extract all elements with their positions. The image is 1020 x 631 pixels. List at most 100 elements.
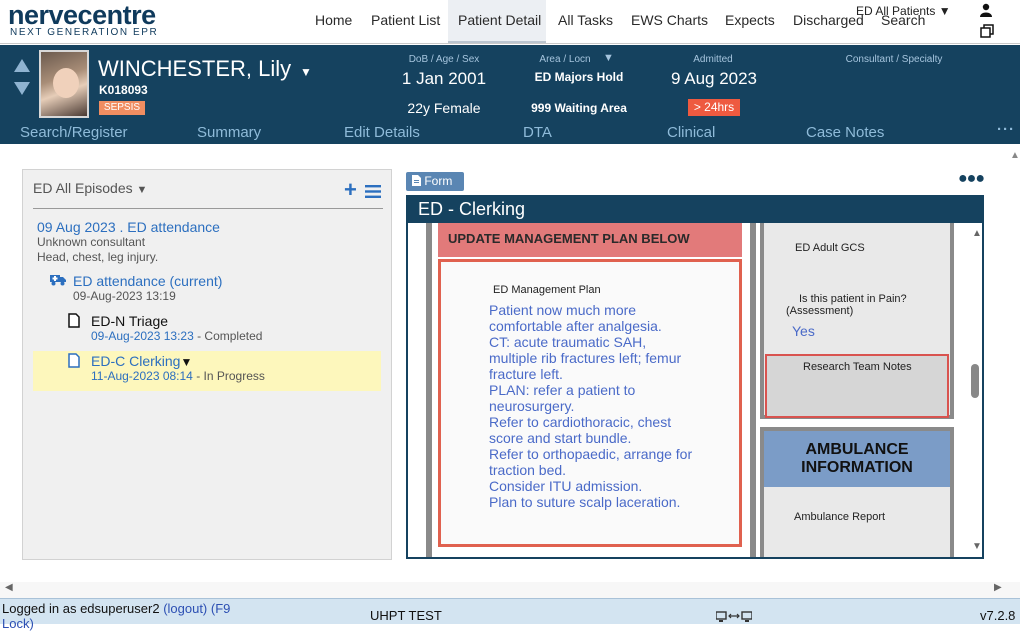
nav-ews-charts[interactable]: EWS Charts bbox=[631, 12, 708, 28]
ambulance-icon bbox=[50, 275, 66, 286]
management-plan-line: traction bed. bbox=[489, 462, 567, 478]
episode-complaint: Head, chest, leg injury. bbox=[37, 250, 159, 264]
form-tab-label: Form bbox=[424, 174, 453, 188]
management-plan-line: score and start bundle. bbox=[489, 430, 632, 446]
menu-icon[interactable] bbox=[365, 185, 381, 198]
subnav-case-notes[interactable]: Case Notes bbox=[806, 124, 884, 141]
episodes-panel: ED All Episodes ▼ + 09 Aug 2023 . ED att… bbox=[22, 169, 392, 560]
document-icon bbox=[68, 353, 80, 368]
scroll-right-icon[interactable]: ▶ bbox=[994, 582, 1002, 593]
pain-assessment-label: (Assessment) bbox=[786, 305, 854, 317]
windows-icon[interactable] bbox=[980, 24, 994, 38]
page-scroll-up-icon[interactable]: ▲ bbox=[1010, 150, 1020, 161]
area-label: Area / Locn bbox=[539, 54, 591, 65]
scroll-up-icon[interactable]: ▲ bbox=[972, 228, 982, 239]
column-divider bbox=[426, 223, 432, 557]
scrollbar-thumb[interactable] bbox=[971, 364, 979, 398]
management-plan-line: fracture left. bbox=[489, 366, 563, 382]
subnav-clinical[interactable]: Clinical bbox=[667, 124, 715, 141]
patient-name[interactable]: WINCHESTER, Lily bbox=[98, 56, 291, 82]
login-label: Logged in as edsuperuser2 bbox=[2, 601, 164, 616]
nav-expects[interactable]: Expects bbox=[725, 12, 775, 28]
nav-patient-list[interactable]: Patient List bbox=[371, 12, 440, 28]
page-horizontal-scrollbar[interactable] bbox=[0, 582, 1020, 598]
more-icon[interactable]: ··· bbox=[997, 121, 1015, 138]
document-icon bbox=[68, 313, 80, 328]
caret-down-icon[interactable]: ▼ bbox=[180, 355, 192, 369]
form-title: ED - Clerking bbox=[406, 195, 984, 223]
chevron-down-icon: ▼ bbox=[136, 184, 148, 196]
triage-form-link[interactable]: ED-N Triage bbox=[91, 313, 168, 329]
app-version: v7.2.8 bbox=[980, 608, 1016, 623]
clerking-date: 11-Aug-2023 08:14 bbox=[91, 369, 193, 383]
scroll-left-icon[interactable]: ◀ bbox=[5, 582, 13, 593]
previous-patient-icon[interactable] bbox=[14, 59, 30, 72]
login-info: Logged in as edsuperuser2 (logout) (F9 bbox=[2, 601, 230, 616]
subnav-search-register[interactable]: Search/Register bbox=[20, 124, 128, 141]
form-options-icon[interactable]: ●●● bbox=[958, 170, 985, 188]
triage-status: - Completed bbox=[193, 329, 263, 343]
next-patient-icon[interactable] bbox=[14, 82, 30, 95]
management-plan-line: CT: acute traumatic SAH, bbox=[489, 334, 647, 350]
nav-all-tasks[interactable]: All Tasks bbox=[558, 12, 613, 28]
triage-meta: 09-Aug-2023 13:23 - Completed bbox=[91, 329, 262, 343]
subnav-dta[interactable]: DTA bbox=[523, 124, 552, 141]
gcs-field-label[interactable]: ED Adult GCS bbox=[795, 242, 865, 254]
document-icon bbox=[412, 175, 421, 186]
subnav-edit-details[interactable]: Edit Details bbox=[344, 124, 420, 141]
nav-patient-detail[interactable]: Patient Detail bbox=[458, 12, 541, 28]
patient-subnav: Search/Register Summary Edit Details DTA… bbox=[0, 121, 1020, 144]
sepsis-alert-badge: SEPSIS bbox=[99, 101, 145, 115]
attendance-link[interactable]: ED attendance (current) bbox=[73, 273, 222, 289]
management-plan-label: ED Management Plan bbox=[493, 284, 601, 296]
pain-answer-value[interactable]: Yes bbox=[792, 323, 815, 339]
patient-photo bbox=[39, 50, 89, 118]
attendance-date: 09-Aug-2023 13:19 bbox=[73, 289, 176, 303]
episode-title-link[interactable]: 09 Aug 2023 . ED attendance bbox=[37, 219, 220, 235]
logout-link[interactable]: (logout) bbox=[163, 601, 207, 616]
divider bbox=[33, 208, 383, 209]
nav-discharged[interactable]: Discharged bbox=[793, 12, 864, 28]
age-sex-value: 22y Female bbox=[407, 100, 481, 116]
los-badge: > 24hrs bbox=[688, 99, 740, 116]
clerking-status: - In Progress bbox=[192, 369, 265, 383]
management-plan-line: neurosurgery. bbox=[489, 398, 575, 414]
patient-id: K018093 bbox=[99, 83, 148, 97]
management-plan-field[interactable]: ED Management Plan Patient now much more… bbox=[438, 259, 742, 547]
chevron-down-icon[interactable]: ▼ bbox=[300, 65, 312, 79]
management-plan-line: Refer to orthopaedic, arrange for bbox=[489, 446, 693, 462]
admitted-label: Admitted bbox=[693, 54, 733, 65]
form-tab[interactable]: Form bbox=[406, 172, 464, 191]
management-plan-line: Consider ITU admission. bbox=[489, 478, 643, 494]
top-navigation-bar: nervecentre NEXT GENERATION EPR Home Pat… bbox=[0, 0, 1020, 44]
pain-question-label: Is this patient in Pain? bbox=[799, 293, 907, 305]
clerking-form-link[interactable]: ED-C Clerking▼ bbox=[91, 353, 192, 369]
episodes-filter-dropdown[interactable]: ED All Episodes ▼ bbox=[33, 180, 147, 196]
subnav-summary[interactable]: Summary bbox=[197, 124, 261, 141]
research-notes-field[interactable]: Research Team Notes bbox=[765, 354, 949, 418]
ambulance-report-field[interactable]: Ambulance Report bbox=[794, 511, 885, 523]
episode-consultant: Unknown consultant bbox=[37, 235, 146, 249]
screen-switch-icon[interactable] bbox=[716, 611, 752, 623]
dob-value: 1 Jan 2001 bbox=[401, 69, 487, 88]
f9-lock-link[interactable]: (F9 bbox=[211, 601, 231, 616]
admitted-value: 9 Aug 2023 bbox=[670, 69, 758, 88]
all-patients-dropdown[interactable]: ED All Patients ▼ bbox=[856, 4, 951, 18]
area-caret-icon[interactable]: ▼ bbox=[603, 52, 614, 64]
site-name: UHPT TEST bbox=[370, 608, 442, 623]
scroll-down-icon[interactable]: ▼ bbox=[972, 541, 982, 552]
management-plan-line: Plan to suture scalp laceration. bbox=[489, 494, 681, 510]
dob-label: DoB / Age / Sex bbox=[408, 54, 480, 65]
status-bar: Logged in as edsuperuser2 (logout) (F9 L… bbox=[0, 598, 1020, 631]
patient-banner: WINCHESTER, Lily ▼ K018093 SEPSIS DoB / … bbox=[0, 45, 1020, 122]
nav-home[interactable]: Home bbox=[315, 12, 352, 28]
add-icon[interactable]: + bbox=[344, 179, 357, 201]
triage-date: 09-Aug-2023 13:23 bbox=[91, 329, 194, 343]
column-divider bbox=[750, 223, 756, 557]
clerking-title: ED-C Clerking bbox=[91, 353, 181, 369]
area-value: ED Majors Hold bbox=[534, 70, 624, 84]
user-icon[interactable] bbox=[980, 3, 992, 17]
management-plan-header: UPDATE MANAGEMENT PLAN BELOW bbox=[438, 223, 742, 257]
location-value: 999 Waiting Area bbox=[531, 101, 627, 115]
consultant-label: Consultant / Specialty bbox=[845, 54, 943, 65]
